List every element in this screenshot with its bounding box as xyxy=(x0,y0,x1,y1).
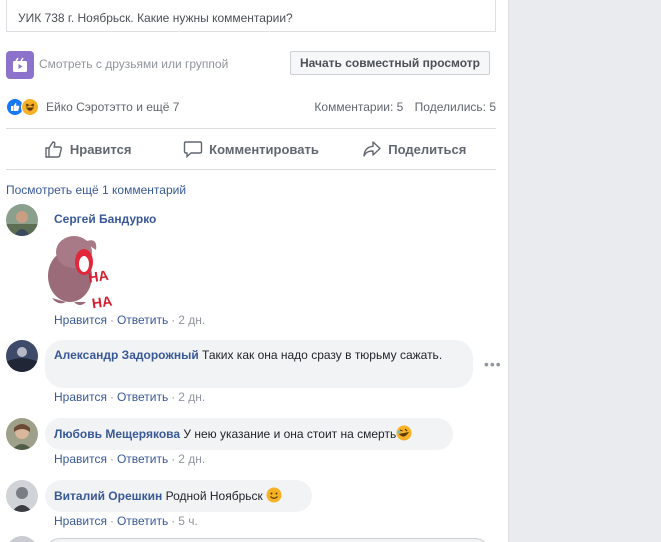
post-actions: Нравится Комментировать Поделиться xyxy=(6,130,496,168)
comment-time[interactable]: 2 дн. xyxy=(178,452,205,466)
card-border xyxy=(508,0,509,542)
comment-time[interactable]: 2 дн. xyxy=(178,390,205,404)
avatar[interactable] xyxy=(6,418,38,450)
share-arrow-icon xyxy=(363,141,381,157)
comment-reply-link[interactable]: Ответить xyxy=(117,313,168,327)
watch-party-label[interactable]: Смотреть с друзьями или группой xyxy=(39,57,228,71)
like-label: Нравится xyxy=(69,141,132,157)
comments-section: Посмотреть ещё 1 комментарий Сергей Банд… xyxy=(0,170,508,542)
comment-label: Комментировать xyxy=(209,141,319,157)
comment-author[interactable]: Любовь Мещерякова xyxy=(54,427,180,441)
comment-reply-link[interactable]: Ответить xyxy=(117,390,168,404)
comment-time[interactable]: 5 ч. xyxy=(178,514,198,528)
comment-input-field[interactable] xyxy=(45,538,490,542)
comment-like-link[interactable]: Нравится xyxy=(54,313,107,327)
thumbs-up-icon xyxy=(45,141,62,158)
comment-input-edge[interactable] xyxy=(6,536,38,542)
comment-meta: Нравится · Ответить · 5 ч. xyxy=(54,514,198,528)
more-options-icon[interactable]: ••• xyxy=(484,356,502,372)
comment-meta: Нравится · Ответить · 2 дн. xyxy=(54,390,206,404)
comment-bubble: Любовь Мещерякова У нею указание и она с… xyxy=(45,418,453,450)
comment-author[interactable]: Александр Задорожный xyxy=(54,348,199,362)
avatar[interactable] xyxy=(6,340,38,372)
comment-meta: Нравится · Ответить · 2 дн. xyxy=(54,313,206,327)
comment-reply-link[interactable]: Ответить xyxy=(117,452,168,466)
watch-party-icon[interactable] xyxy=(6,51,34,79)
comment-author[interactable]: Виталий Орешкин xyxy=(54,489,162,503)
comment-like-link[interactable]: Нравится xyxy=(54,452,107,466)
reactions-summary: Ейко Сэротэтто и ещё 7 Комментарии: 5 По… xyxy=(6,96,496,118)
comment-item: Любовь Мещерякова У нею указание и она с… xyxy=(6,418,496,470)
shares-count-link[interactable]: Поделились: 5 xyxy=(415,100,496,114)
post-stats: Комментарии: 5 Поделились: 5 xyxy=(306,100,496,114)
divider-top xyxy=(6,128,496,129)
share-button[interactable]: Поделиться xyxy=(333,130,496,168)
sticker: НА НА xyxy=(44,232,128,311)
comment-bubble-icon xyxy=(183,141,203,158)
like-button[interactable]: Нравится xyxy=(6,130,169,168)
comment-item: Александр Задорожный Таких как она надо … xyxy=(6,340,501,406)
comment-like-link[interactable]: Нравится xyxy=(54,514,107,528)
comment-bubble: Виталий Орешкин Родной Ноябрьск xyxy=(45,480,312,512)
comment-button[interactable]: Комментировать xyxy=(169,130,332,168)
start-watch-party-button[interactable]: Начать совместный просмотр xyxy=(289,51,490,75)
watch-party-row: Смотреть с друзьями или группой Начать с… xyxy=(6,49,496,79)
avatar[interactable] xyxy=(6,204,38,236)
comment-text: Таких как она надо сразу в тюрьму сажать… xyxy=(202,348,443,362)
comment-bubble: Александр Задорожный Таких как она надо … xyxy=(45,340,473,388)
rofl-emoji-icon xyxy=(396,425,412,441)
comment-item: Виталий Орешкин Родной Ноябрьск Нравится… xyxy=(6,480,496,532)
share-label: Поделиться xyxy=(388,141,467,157)
smile-emoji-icon xyxy=(266,487,282,503)
comment-meta: Нравится · Ответить · 2 дн. xyxy=(54,452,206,466)
view-more-comments-link[interactable]: Посмотреть ещё 1 комментарий xyxy=(6,183,186,197)
sticker-text: НА НА xyxy=(87,266,114,312)
comment-item: Сергей Бандурко НА НА Нравится · Ответить ·… xyxy=(6,204,496,328)
comment-time[interactable]: 2 дн. xyxy=(178,313,205,327)
comment-like-link[interactable]: Нравится xyxy=(54,390,107,404)
reaction-names-link[interactable]: Ейко Сэротэтто и ещё 7 xyxy=(46,100,179,114)
post-card: УИК 738 г. Ноябрьск. Какие нужны коммент… xyxy=(0,0,508,542)
reaction-icons[interactable] xyxy=(6,98,44,116)
video-caption-box: УИК 738 г. Ноябрьск. Какие нужны коммент… xyxy=(6,0,496,32)
video-caption: УИК 738 г. Ноябрьск. Какие нужны коммент… xyxy=(18,11,293,25)
haha-reaction-icon xyxy=(21,98,39,116)
comment-author[interactable]: Сергей Бандурко xyxy=(54,212,156,226)
comment-text: Родной Ноябрьск xyxy=(165,489,263,503)
avatar[interactable] xyxy=(6,480,38,512)
comment-reply-link[interactable]: Ответить xyxy=(117,514,168,528)
comment-text: У нею указание и она стоит на смерть xyxy=(183,427,397,441)
comments-count-link[interactable]: Комментарии: 5 xyxy=(314,100,403,114)
